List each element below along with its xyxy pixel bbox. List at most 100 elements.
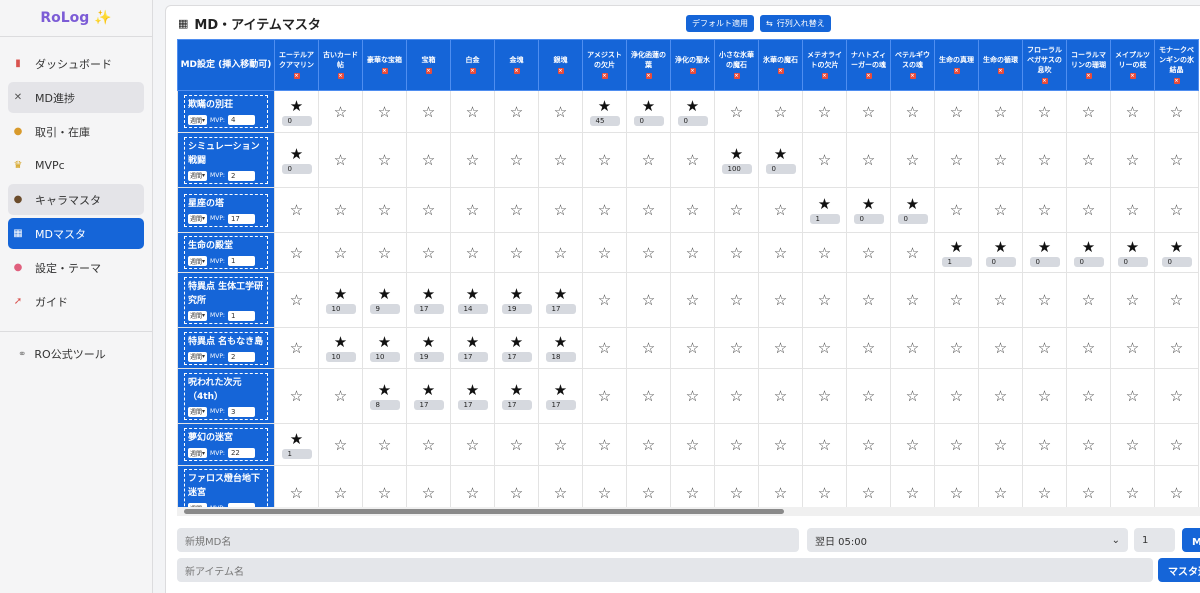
item-cell[interactable]: ☆ (1066, 465, 1111, 507)
item-column-header[interactable]: 浄化函蓮の葉 × (626, 39, 671, 91)
item-cell[interactable]: ☆ (714, 465, 759, 507)
delete-column-icon[interactable]: × (293, 73, 300, 79)
item-cell[interactable]: ☆ (450, 232, 495, 273)
item-cell[interactable]: ★ 17 (538, 368, 583, 424)
star-outline-icon[interactable]: ☆ (847, 104, 890, 120)
md-name[interactable]: 星座の塔 (188, 197, 264, 211)
item-cell[interactable]: ★ 0 (1154, 232, 1199, 273)
item-cell[interactable]: ☆ (758, 368, 803, 424)
item-cell[interactable]: ☆ (406, 132, 451, 188)
star-outline-icon[interactable]: ☆ (671, 340, 714, 356)
item-column-header[interactable]: コーラルマリンの珊瑚 × (1066, 39, 1111, 91)
item-cell[interactable]: ☆ (758, 187, 803, 233)
delete-column-icon[interactable]: × (1173, 78, 1180, 84)
item-count-input[interactable]: 0 (1161, 256, 1192, 267)
star-filled-icon[interactable]: ★ (451, 334, 494, 350)
item-cell[interactable]: ☆ (758, 465, 803, 507)
star-outline-icon[interactable]: ☆ (1111, 388, 1154, 404)
star-outline-icon[interactable]: ☆ (979, 152, 1022, 168)
md-card[interactable]: 特異点 生体工学研究所 週間 ▾ MVP: 1 (184, 276, 268, 324)
item-cell[interactable]: ☆ (274, 368, 319, 424)
item-cell[interactable]: ★ 14 (450, 272, 495, 328)
item-count-input[interactable]: 19 (501, 304, 532, 314)
item-cell[interactable]: ☆ (978, 132, 1023, 188)
md-name[interactable]: 夢幻の迷宮 (188, 431, 264, 445)
item-cell[interactable]: ☆ (890, 90, 935, 133)
item-cell[interactable]: ☆ (1154, 423, 1199, 466)
item-cell[interactable]: ☆ (1154, 90, 1199, 133)
item-cell[interactable]: ☆ (318, 132, 363, 188)
star-outline-icon[interactable]: ☆ (627, 245, 670, 261)
item-cell[interactable]: ★ 0 (846, 187, 891, 233)
item-cell[interactable]: ☆ (670, 327, 715, 369)
star-outline-icon[interactable]: ☆ (891, 292, 934, 308)
star-outline-icon[interactable]: ☆ (1155, 485, 1198, 501)
star-filled-icon[interactable]: ★ (1155, 239, 1198, 255)
delete-column-icon[interactable]: × (997, 68, 1004, 74)
item-count-input[interactable]: 0 (677, 115, 708, 126)
item-cell[interactable]: ☆ (934, 368, 979, 424)
item-cell[interactable]: ☆ (626, 232, 671, 273)
star-outline-icon[interactable]: ☆ (1023, 292, 1066, 308)
item-count-input[interactable]: 17 (545, 400, 576, 410)
star-outline-icon[interactable]: ☆ (495, 245, 538, 261)
star-filled-icon[interactable]: ★ (715, 146, 758, 162)
mvp-input[interactable]: 2 (227, 170, 255, 181)
item-count-input[interactable]: 14 (457, 304, 488, 314)
item-cell[interactable]: ☆ (1066, 272, 1111, 328)
star-outline-icon[interactable]: ☆ (1023, 388, 1066, 404)
item-count-input[interactable]: 9 (369, 304, 400, 314)
star-outline-icon[interactable]: ☆ (363, 485, 406, 501)
mvp-input[interactable]: 17 (227, 213, 255, 224)
star-outline-icon[interactable]: ☆ (1111, 104, 1154, 120)
star-outline-icon[interactable]: ☆ (979, 388, 1022, 404)
mvp-input[interactable]: 1 (227, 256, 255, 266)
star-outline-icon[interactable]: ☆ (583, 340, 626, 356)
star-outline-icon[interactable]: ☆ (715, 388, 758, 404)
item-cell[interactable]: ☆ (362, 465, 407, 507)
star-outline-icon[interactable]: ☆ (715, 202, 758, 218)
delete-column-icon[interactable]: × (337, 73, 344, 79)
item-cell[interactable]: ☆ (538, 232, 583, 273)
item-cell[interactable]: ☆ (538, 90, 583, 133)
item-cell[interactable]: ☆ (1110, 368, 1155, 424)
star-outline-icon[interactable]: ☆ (847, 485, 890, 501)
star-outline-icon[interactable]: ☆ (891, 104, 934, 120)
item-cell[interactable]: ☆ (890, 232, 935, 273)
item-cell[interactable]: ☆ (1066, 327, 1111, 369)
star-outline-icon[interactable]: ☆ (803, 340, 846, 356)
item-cell[interactable]: ☆ (1110, 423, 1155, 466)
item-cell[interactable]: ☆ (714, 327, 759, 369)
item-cell[interactable]: ☆ (362, 132, 407, 188)
star-outline-icon[interactable]: ☆ (319, 152, 362, 168)
star-outline-icon[interactable]: ☆ (275, 202, 318, 218)
star-outline-icon[interactable]: ☆ (319, 104, 362, 120)
star-outline-icon[interactable]: ☆ (275, 245, 318, 261)
item-cell[interactable]: ☆ (890, 423, 935, 466)
item-count-input[interactable]: 17 (545, 304, 576, 314)
item-cell[interactable]: ☆ (670, 132, 715, 188)
star-outline-icon[interactable]: ☆ (407, 104, 450, 120)
star-outline-icon[interactable]: ☆ (495, 202, 538, 218)
md-name[interactable]: シミュレーション戦闘 (188, 140, 264, 168)
star-outline-icon[interactable]: ☆ (803, 152, 846, 168)
item-cell[interactable]: ☆ (714, 272, 759, 328)
star-outline-icon[interactable]: ☆ (1111, 152, 1154, 168)
star-outline-icon[interactable]: ☆ (935, 202, 978, 218)
star-filled-icon[interactable]: ★ (627, 98, 670, 114)
item-cell[interactable]: ☆ (714, 187, 759, 233)
apply-default-button[interactable]: デフォルト適用 (686, 15, 754, 32)
sidebar-item-1[interactable]: ✕ MD進捗 (8, 82, 144, 113)
star-outline-icon[interactable]: ☆ (1155, 202, 1198, 218)
sidebar-item-3[interactable]: ♛ MVPc (8, 150, 144, 181)
star-outline-icon[interactable]: ☆ (275, 388, 318, 404)
item-cell[interactable]: ☆ (1066, 187, 1111, 233)
item-cell[interactable]: ★ 0 (274, 90, 319, 133)
item-cell[interactable]: ☆ (406, 187, 451, 233)
star-outline-icon[interactable]: ☆ (275, 340, 318, 356)
sidebar-item-ro-official-tools[interactable]: ⚭ RO公式ツール (10, 342, 142, 366)
star-outline-icon[interactable]: ☆ (451, 104, 494, 120)
period-select[interactable]: 週間▾ (188, 115, 208, 125)
item-cell[interactable]: ☆ (670, 465, 715, 507)
item-cell[interactable]: ☆ (1154, 132, 1199, 188)
